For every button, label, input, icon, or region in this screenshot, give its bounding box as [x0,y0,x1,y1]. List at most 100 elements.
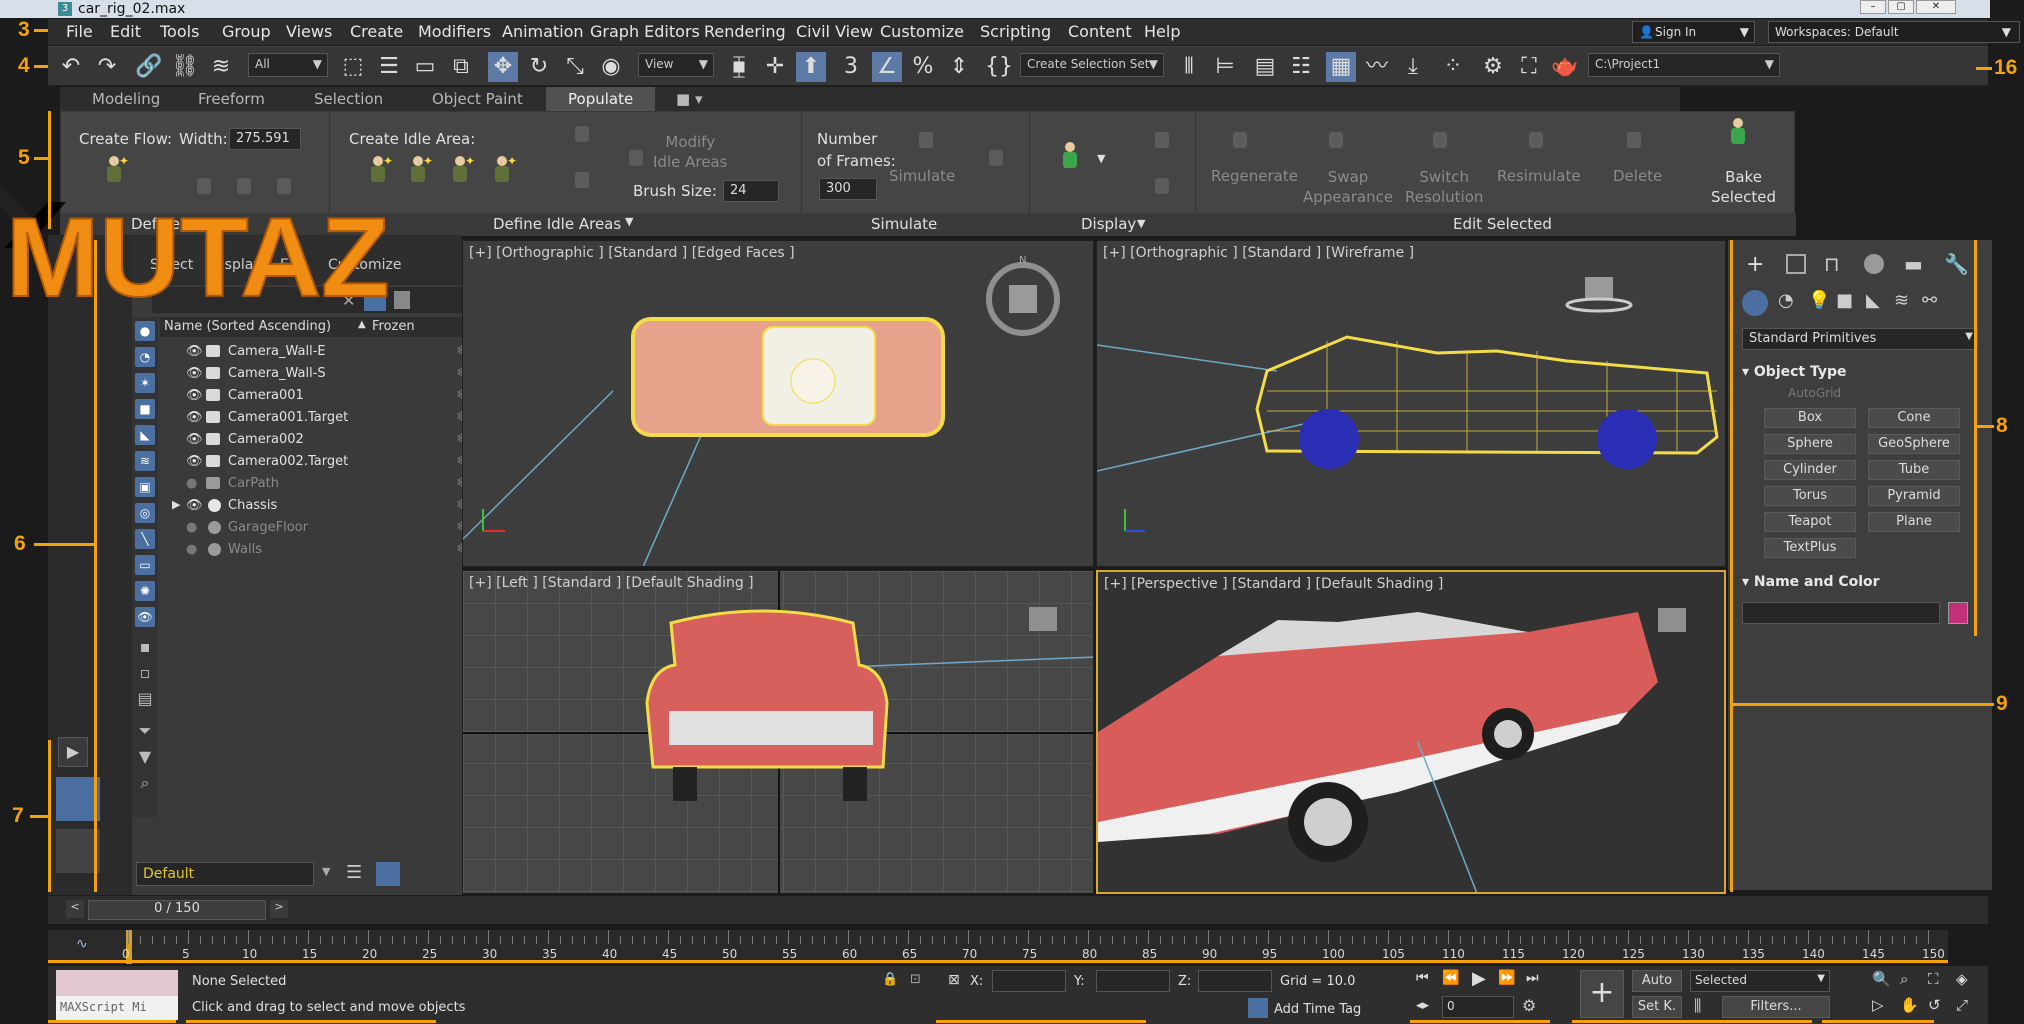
menu-help[interactable]: Help [1144,22,1180,41]
eye-icon[interactable]: ● [186,542,197,557]
ribbon-toggle-icon[interactable]: ▦ [1326,52,1356,82]
list-item[interactable]: 👁Camera001❄ [172,385,468,407]
menu-graph-editors[interactable]: Graph Editors [590,22,700,41]
select-none-icon[interactable]: ▫ [135,663,155,683]
geometry-category-icon[interactable] [1742,290,1768,316]
menu-views[interactable]: Views [286,22,332,41]
filter-funnel-icon[interactable]: ⏷ [135,721,155,741]
maxscript-listener-top[interactable] [56,970,178,996]
name-and-color-rollout[interactable]: ▾ Name and Color [1742,574,1880,590]
display-figure-icon[interactable] [1149,122,1175,158]
object-color-swatch[interactable] [1948,602,1968,624]
eye-icon[interactable]: ● [186,520,197,535]
scene-explorer-toggle-icon[interactable]: ▤ [1250,52,1280,82]
time-configuration-icon[interactable]: ⚙ [1522,996,1536,1015]
cone-button[interactable]: Cone [1868,408,1960,428]
tab-selection[interactable]: Selection [314,90,383,108]
spinner-snap-icon[interactable]: ⇕ [944,52,974,82]
column-name[interactable]: Name (Sorted Ascending) [164,319,331,334]
list-item[interactable]: 👁Camera_Wall-S❄ [172,363,468,385]
eye-icon[interactable]: 👁 [186,432,203,447]
pan-hand-icon[interactable]: ✋ [1900,996,1919,1014]
chevron-down-icon[interactable]: ▼ [322,865,330,878]
menu-customize[interactable]: Customize [880,22,964,41]
key-filters-button[interactable]: Filters... [1722,996,1830,1018]
utilities-tab-icon[interactable]: 🔧 [1944,252,1969,276]
selection-filter-dropdown[interactable]: All ▼ [248,53,328,77]
eye-icon[interactable]: 👁 [186,366,203,381]
simulate-button[interactable]: Simulate [889,167,955,185]
menu-edit[interactable]: Edit [110,22,141,41]
zoom-extents-all-icon[interactable]: ◈ [1956,970,1968,988]
tube-button[interactable]: Tube [1868,460,1960,480]
display-xrefs-icon[interactable]: ◎ [135,503,155,523]
close-button[interactable]: ✕ [1916,0,1956,14]
idle-area-add-icon[interactable] [569,116,595,152]
group-display[interactable]: Display [1081,215,1136,233]
expand-arrow-icon[interactable]: ▶ [172,498,180,511]
object-type-rollout[interactable]: ▾ Object Type [1742,364,1847,380]
material-editor-icon[interactable]: ⁘ [1438,52,1468,82]
shapes-category-icon[interactable]: ◔ [1778,290,1794,311]
group-define-idle-areas[interactable]: Define Idle Areas [493,215,621,233]
filter-icon[interactable]: ▼ [135,747,155,767]
sign-in-dropdown[interactable]: 👤 Sign In ▼ [1632,21,1755,43]
expand-arrow-icon[interactable]: ▶ [58,737,88,767]
teapot-button[interactable]: Teapot [1764,512,1856,532]
menu-civil-view[interactable]: Civil View [796,22,873,41]
previous-key-icon[interactable]: ⏪ [1442,970,1459,986]
viewport-left[interactable]: [+] [Left ] [Standard ] [Default Shading… [462,570,1094,894]
snaps-toggle-icon[interactable]: 3 [836,52,866,82]
width-spinner[interactable]: 275.591 [229,128,301,150]
eye-icon[interactable]: 👁 [186,388,203,403]
time-tag-icon[interactable] [1248,998,1268,1018]
curve-editor-mini-icon[interactable]: ∿ [76,936,88,952]
list-item[interactable]: ●Walls❄ [172,539,468,561]
next-key-icon[interactable]: ⏩ [1498,970,1515,986]
list-item[interactable]: 👁Camera001.Target❄ [172,407,468,429]
mirror-icon[interactable]: ⫴ [1174,52,1204,82]
tab-populate[interactable]: Populate [546,87,656,111]
display-particles-icon[interactable]: ✺ [135,581,155,601]
regenerate-button[interactable]: Regenerate [1211,167,1298,185]
add-time-tag-button[interactable]: Add Time Tag [1274,1002,1361,1017]
reference-coordinate-dropdown[interactable]: View ▼ [638,53,714,77]
autogrid-checkbox[interactable]: AutoGrid [1788,386,1841,400]
spacewarps-category-icon[interactable]: ≋ [1894,290,1909,311]
box-button[interactable]: Box [1764,408,1856,428]
maximize-button[interactable]: ▢ [1888,0,1914,14]
workspace-dropdown[interactable]: Workspaces: Default ▼ [1768,21,2020,43]
window-crossing-icon[interactable]: ⧉ [446,52,476,82]
regenerate-icon[interactable] [1227,122,1253,158]
key-tangents-icon[interactable]: ⫼ [1694,996,1701,1016]
maxscript-mini-listener[interactable]: MAXScript Mi [56,996,178,1020]
find-icon[interactable]: ⌕ [135,773,155,793]
undo-icon[interactable]: ↶ [56,52,86,82]
delete-icon[interactable] [1621,122,1647,158]
cameras-category-icon[interactable]: ■ [1836,290,1853,311]
list-item[interactable]: ●GarageFloor❄ [172,517,468,539]
rotate-icon[interactable]: ↻ [524,52,554,82]
eye-icon[interactable]: ● [186,476,197,491]
unlink-icon[interactable]: ⛓ [170,52,200,82]
align-icon[interactable]: ⊨ [1210,52,1240,82]
select-all-icon[interactable]: ▪ [135,637,155,657]
maximize-viewport-icon[interactable]: ⤢ [1956,996,1968,1014]
menu-rendering[interactable]: Rendering [704,22,786,41]
viewport-perspective[interactable]: [+] [Perspective ] [Standard ] [Default … [1096,570,1726,894]
primitive-type-dropdown[interactable]: Standard Primitives ▼ [1742,328,1978,350]
field-of-view-icon[interactable]: ▷ [1872,996,1884,1014]
list-item[interactable]: ▶👁Chassis❄ [172,495,468,517]
render-production-icon[interactable]: 🫖 [1550,52,1580,82]
set-key-mode-button[interactable]: Set K. [1632,996,1682,1018]
curve-editor-icon[interactable]: 〰 [1362,52,1392,82]
menu-create[interactable]: Create [350,22,403,41]
auto-key-button[interactable]: Auto [1632,970,1682,992]
plane-button[interactable]: Plane [1868,512,1960,532]
lights-category-icon[interactable]: 💡 [1808,290,1830,311]
eye-icon[interactable]: 👁 [186,410,203,425]
link-icon[interactable]: 🔗 [134,52,164,82]
named-selection-set-dropdown[interactable]: Create Selection Set ▼ [1020,53,1164,77]
y-coordinate-field[interactable] [1096,970,1170,992]
display-frozen-icon[interactable]: 👁 [135,607,155,627]
